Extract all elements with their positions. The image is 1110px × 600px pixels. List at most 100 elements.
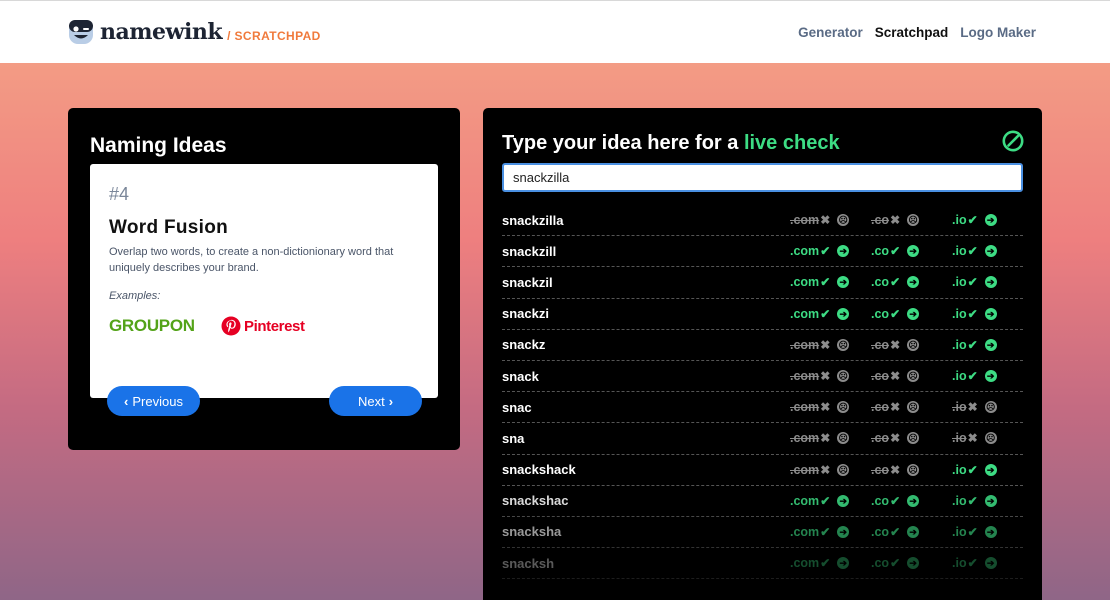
sad-face-icon: ☹ (984, 432, 997, 445)
tld-label: .com (790, 275, 820, 290)
pinterest-icon (221, 316, 241, 336)
tld-co-status[interactable]: .co ✔ ➔ (871, 524, 920, 539)
arrow-circle-icon: ➔ (837, 276, 850, 289)
tld-label: .co (871, 556, 890, 571)
tld-label: .io (952, 556, 967, 571)
tld-com-status[interactable]: .com ✖ ☹ (790, 400, 850, 414)
arrow-circle-icon: ➔ (907, 525, 920, 538)
nav-generator[interactable]: Generator (798, 25, 863, 40)
tld-co-status[interactable]: .co ✖ ☹ (871, 337, 920, 352)
nav-logo-maker[interactable]: Logo Maker (960, 25, 1036, 40)
tld-label: .com (790, 493, 820, 508)
tld-com-status[interactable]: .com ✔ ➔ (790, 307, 850, 321)
check-icon: ✔ (890, 556, 901, 571)
tld-io-status[interactable]: .io ✖ ☹ (952, 431, 997, 445)
cross-icon: ✖ (820, 213, 831, 228)
result-name: snackzilla (502, 212, 564, 228)
arrow-circle-icon: ➔ (984, 307, 997, 320)
tld-io-status[interactable]: .io ✔ ➔ (952, 369, 997, 383)
tld-com-status[interactable]: .com ✔ ➔ (790, 275, 850, 290)
tld-label: .co (871, 431, 890, 446)
tld-io-status[interactable]: .io ✔ ➔ (952, 525, 997, 539)
tld-io-status[interactable]: .io ✔ ➔ (952, 213, 997, 227)
next-button[interactable]: Next › (329, 386, 422, 416)
cross-icon: ✖ (890, 369, 901, 384)
arrow-circle-icon: ➔ (984, 338, 997, 351)
tld-io-status[interactable]: .io ✔ ➔ (952, 494, 997, 508)
tld-co-status[interactable]: .co ✔ ➔ (871, 307, 920, 321)
tld-label: .io (952, 462, 967, 477)
arrow-circle-icon: ➔ (984, 525, 997, 538)
tld-label: .com (790, 337, 820, 352)
tld-io-status[interactable]: .io ✔ ➔ (952, 338, 997, 352)
tld-com-status[interactable]: .com ✖ ☹ (790, 431, 850, 446)
tld-co-status[interactable]: .co ✔ ➔ (871, 244, 920, 258)
tld-com-status[interactable]: .com ✔ ➔ (790, 493, 850, 508)
idea-input[interactable] (502, 163, 1023, 192)
idea-description: Overlap two words, to create a non-dicti… (109, 246, 394, 274)
tld-io-status[interactable]: .io ✔ ➔ (952, 463, 997, 477)
check-icon: ✔ (820, 493, 831, 508)
tld-io-status[interactable]: .io ✔ ➔ (952, 307, 997, 321)
chevron-left-icon: ‹ (124, 393, 129, 409)
tld-co-status[interactable]: .co ✖ ☹ (871, 431, 920, 446)
cross-icon: ✖ (890, 213, 901, 228)
cross-icon: ✖ (820, 462, 831, 477)
sad-face-icon: ☹ (837, 338, 850, 351)
check-icon: ✔ (820, 524, 831, 539)
tld-co-status[interactable]: .co ✔ ➔ (871, 556, 920, 571)
tld-co-status[interactable]: .co ✖ ☹ (871, 213, 920, 228)
results-list: snackzilla .com ✖ ☹ .co ✖ ☹ .io ✔ ➔ snackzill .com ✔… (502, 205, 1023, 580)
tld-co-status[interactable]: .co ✖ ☹ (871, 400, 920, 414)
tld-com-status[interactable]: .com ✖ ☹ (790, 337, 850, 352)
tld-com-status[interactable]: .com ✔ ➔ (790, 524, 850, 539)
cross-icon: ✖ (820, 431, 831, 446)
arrow-circle-icon: ➔ (984, 245, 997, 258)
title-highlight: live check (743, 132, 840, 154)
result-row: snac .com ✖ ☹ .co ✖ ☹ .io ✖ ☹ (502, 392, 1023, 424)
result-name: snac (502, 399, 532, 415)
result-name: snack (502, 368, 539, 384)
check-icon: ✔ (967, 556, 978, 571)
result-row: snackzill .com ✔ ➔ .co ✔ ➔ .io ✔ ➔ (502, 236, 1023, 268)
title-prefix: Type your idea here for a (502, 132, 744, 154)
nav-scratchpad[interactable]: Scratchpad (875, 25, 949, 40)
panel-title: Naming Ideas (90, 134, 227, 157)
tld-com-status[interactable]: .com ✖ ☹ (790, 369, 850, 384)
arrow-circle-icon: ➔ (837, 525, 850, 538)
tld-com-status[interactable]: .com ✔ ➔ (790, 244, 850, 258)
tld-com-status[interactable]: .com ✔ ➔ (790, 556, 850, 570)
tld-label: .io (952, 400, 967, 415)
tld-co-status[interactable]: .co ✖ ☹ (871, 462, 920, 477)
tld-label: .co (871, 337, 890, 352)
check-icon: ✔ (967, 369, 978, 384)
check-icon: ✔ (820, 275, 831, 290)
arrow-circle-icon: ➔ (907, 245, 920, 258)
tld-io-status[interactable]: .io ✔ ➔ (952, 556, 997, 570)
arrow-circle-icon: ➔ (907, 276, 920, 289)
tld-co-status[interactable]: .co ✔ ➔ (871, 275, 920, 289)
tld-label: .co (871, 369, 890, 384)
logo[interactable]: namewink / SCRATCHPAD (68, 19, 321, 45)
tld-label: .com (790, 369, 820, 384)
arrow-circle-icon: ➔ (984, 214, 997, 227)
cross-icon: ✖ (820, 369, 831, 384)
tld-label: .io (952, 337, 967, 352)
arrow-circle-icon: ➔ (837, 307, 850, 320)
arrow-circle-icon: ➔ (984, 494, 997, 507)
check-icon: ✔ (967, 306, 978, 321)
tld-com-status[interactable]: .com ✖ ☹ (790, 213, 850, 228)
previous-button[interactable]: ‹ Previous (107, 386, 200, 416)
arrow-circle-icon: ➔ (837, 557, 850, 570)
tld-io-status[interactable]: .io ✔ ➔ (952, 275, 997, 289)
tld-label: .com (790, 524, 820, 539)
tld-co-status[interactable]: .co ✖ ☹ (871, 369, 920, 384)
tld-co-status[interactable]: .co ✔ ➔ (871, 494, 920, 508)
tld-io-status[interactable]: .io ✖ ☹ (952, 400, 997, 414)
tld-label: .com (790, 213, 820, 228)
result-row: snackzilla .com ✖ ☹ .co ✖ ☹ .io ✔ ➔ (502, 205, 1023, 237)
tld-io-status[interactable]: .io ✔ ➔ (952, 244, 997, 258)
check-icon: ✔ (890, 524, 901, 539)
cross-icon: ✖ (890, 462, 901, 477)
tld-com-status[interactable]: .com ✖ ☹ (790, 462, 850, 477)
